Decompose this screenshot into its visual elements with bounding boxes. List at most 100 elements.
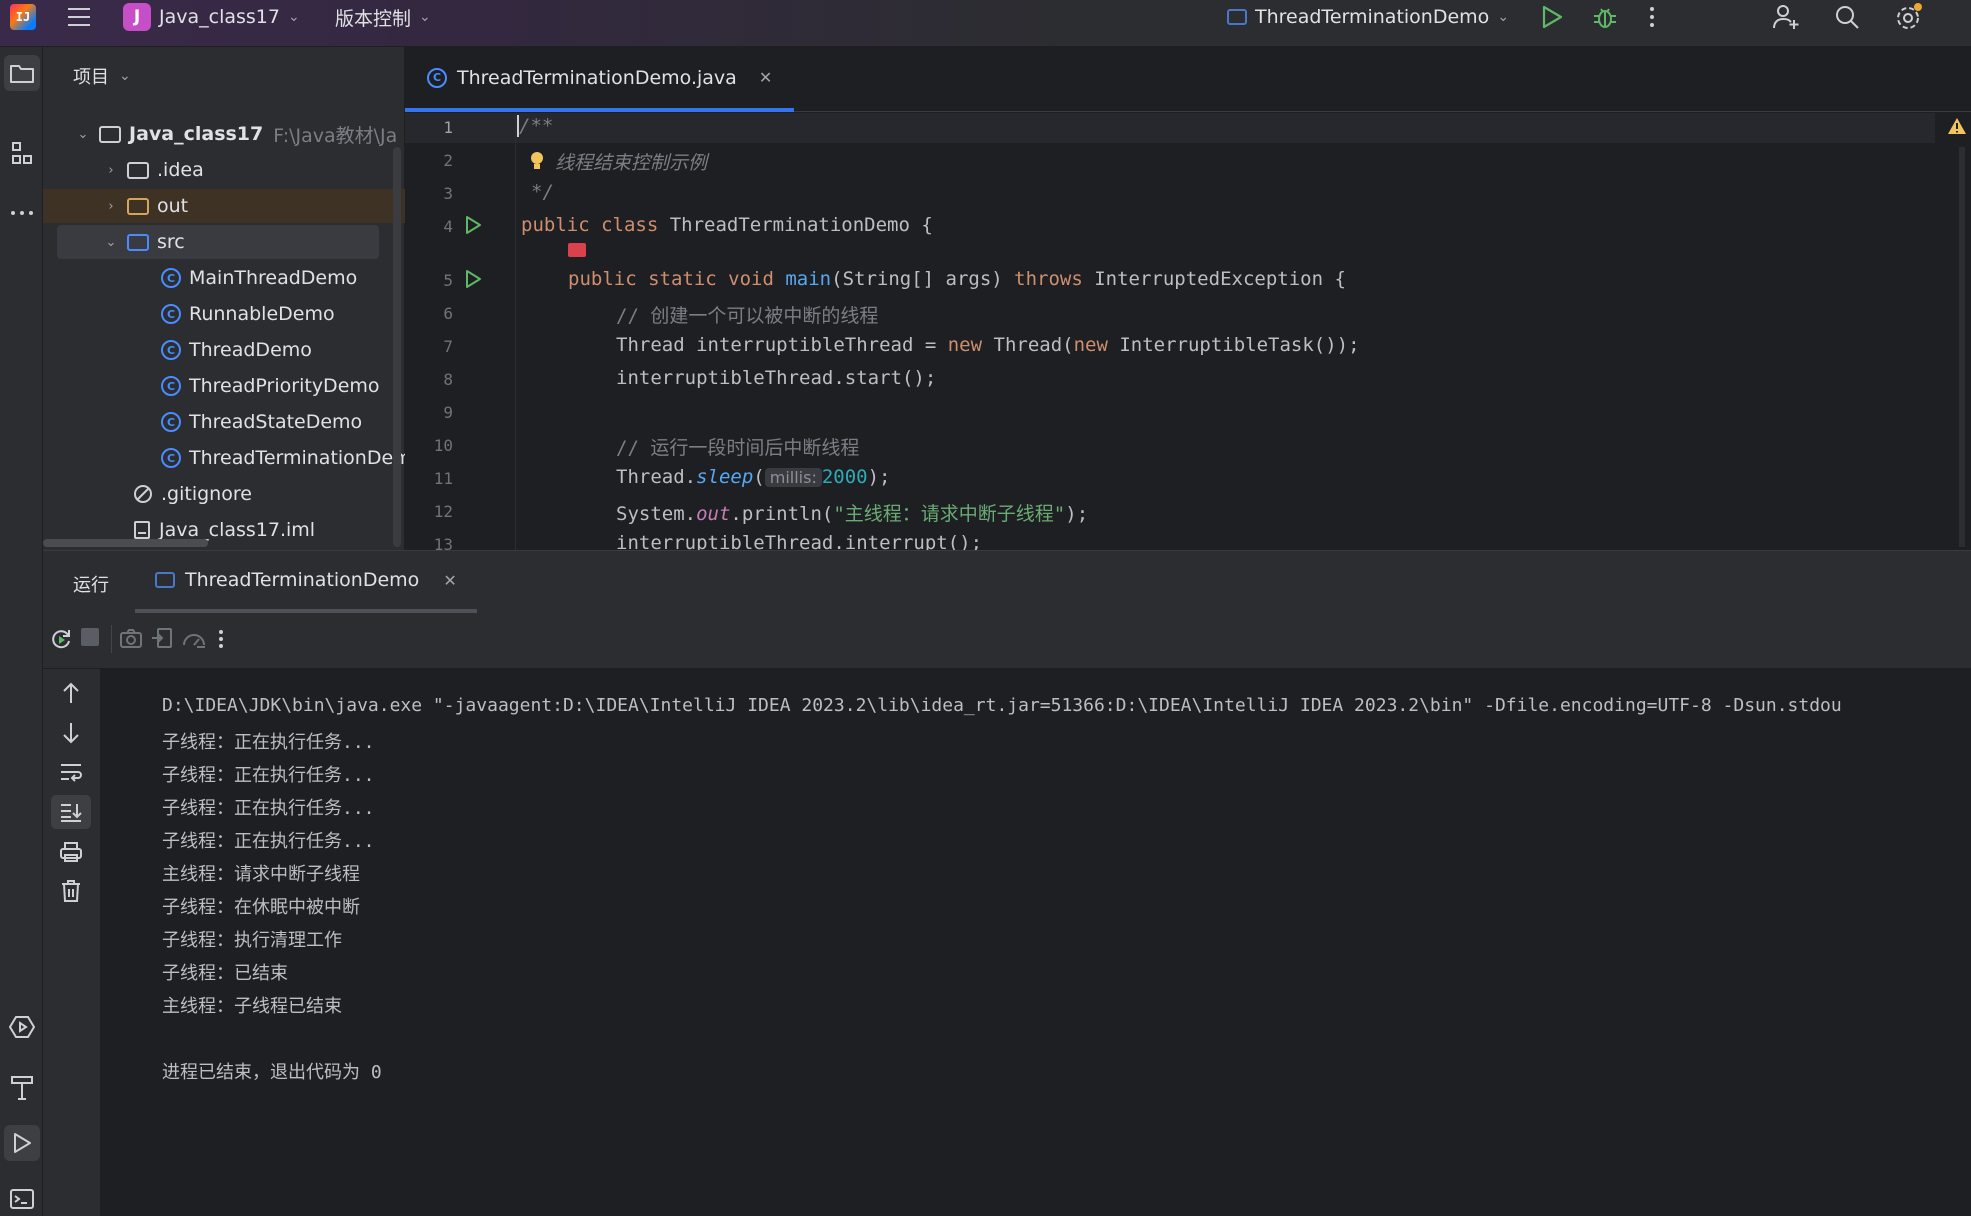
code-line-6[interactable]: // 创建一个可以被中断的线程 [616, 301, 878, 328]
print-icon[interactable] [59, 841, 83, 868]
chevron-right-icon: › [108, 162, 114, 178]
project-panel-header[interactable]: 项目 ⌄ [73, 63, 131, 89]
console-output[interactable]: D:\IDEA\JDK\bin\java.exe "-javaagent:D:\… [101, 669, 1971, 1216]
console-line: 子线程：正在执行任务... [162, 765, 375, 786]
console-line: 子线程：执行清理工作 [162, 930, 342, 951]
bulb-icon[interactable] [529, 151, 545, 178]
project-tool-button[interactable] [4, 55, 40, 91]
tree-item-gitignore[interactable]: .gitignore [43, 477, 405, 511]
tree-item-class[interactable]: C ThreadPriorityDemo [43, 369, 405, 403]
root-name: Java_class17 [129, 123, 264, 145]
class-icon: C [161, 448, 181, 468]
run-config-icon [155, 572, 175, 588]
search-icon[interactable] [1834, 0, 1860, 34]
add-user-icon[interactable] [1772, 0, 1800, 34]
tree-item-class[interactable]: C MainThreadDemo [43, 261, 405, 295]
horizontal-scrollbar[interactable] [43, 539, 208, 547]
tree-item-out[interactable]: › out [43, 189, 405, 223]
more-vert-icon[interactable] [1648, 0, 1656, 34]
build-icon [11, 1076, 33, 1100]
class-icon: C [161, 304, 181, 324]
arrow-up-icon[interactable] [60, 681, 82, 710]
code-line-8[interactable]: interruptibleThread.start(); [616, 367, 936, 389]
editor-tab-bar: C ThreadTerminationDemo.java ✕ [405, 47, 1971, 112]
line-number: 4 [443, 217, 453, 236]
run-icon [14, 1133, 31, 1153]
terminal-tool-button[interactable] [4, 1181, 40, 1216]
soft-wrap-icon[interactable] [59, 761, 83, 788]
chevron-down-icon: ⌄ [419, 9, 431, 25]
console-side-toolbar [43, 669, 101, 1216]
run-tab-label: ThreadTerminationDemo [185, 569, 420, 591]
tree-item-label: RunnableDemo [189, 303, 335, 325]
run-gutter-icon[interactable] [463, 269, 483, 294]
code-line-1[interactable]: /** [517, 115, 553, 137]
tree-item-class[interactable]: C RunnableDemo [43, 297, 405, 331]
line-number: 5 [443, 271, 453, 290]
code-line-12[interactable]: System.out.println("主线程：请求中断子线程"); [616, 499, 1088, 526]
intellij-logo-icon[interactable]: IJ [10, 0, 36, 34]
warning-icon[interactable] [1947, 117, 1967, 140]
run-gutter-icon[interactable] [463, 215, 483, 240]
java-badge-icon[interactable] [568, 243, 586, 257]
tree-root[interactable]: ⌄ Java_class17 F:\Java教材\Ja [43, 117, 405, 151]
chevron-down-icon: ⌄ [287, 9, 300, 25]
folder-icon [10, 65, 34, 83]
build-tool-button[interactable] [4, 1069, 40, 1105]
code-line-2[interactable]: 线程结束控制示例 [555, 148, 707, 175]
tree-item-label: .gitignore [161, 483, 252, 505]
debug-icon[interactable] [1592, 0, 1618, 34]
run-config-selector[interactable]: ThreadTerminationDemo ⌄ [1227, 0, 1509, 34]
run-toolbar [43, 613, 1971, 669]
close-icon[interactable]: ✕ [759, 68, 772, 87]
settings-icon[interactable] [1893, 0, 1923, 34]
run-tool-button[interactable] [4, 1125, 40, 1161]
project-badge: J [123, 3, 151, 31]
run-panel: 运行 ThreadTerminationDemo ✕ D:\IDEA\JDK\b… [43, 550, 1971, 1216]
tree-item-idea[interactable]: › .idea [43, 153, 405, 187]
more-vert-icon[interactable] [218, 629, 224, 654]
profiler-icon[interactable] [181, 627, 207, 656]
console-line: 子线程：已结束 [162, 963, 288, 984]
project-selector[interactable]: J Java_class17 ⌄ [123, 0, 300, 34]
trash-icon[interactable] [60, 879, 82, 908]
hamburger-menu-icon[interactable] [66, 0, 92, 34]
code-line-5[interactable]: public static void main(String[] args) t… [568, 268, 1346, 290]
run-icon[interactable] [1541, 0, 1563, 34]
project-panel: 项目 ⌄ ⌄ Java_class17 F:\Java教材\Ja › .idea… [43, 47, 405, 550]
tree-item-class[interactable]: C ThreadDemo [43, 333, 405, 367]
camera-icon[interactable] [119, 627, 143, 654]
scroll-end-icon[interactable] [51, 795, 91, 829]
vertical-scrollbar[interactable] [393, 147, 401, 547]
more-horiz-icon[interactable] [4, 195, 40, 231]
run-tab[interactable]: ThreadTerminationDemo ✕ [135, 551, 477, 613]
arrow-down-icon[interactable] [60, 721, 82, 750]
close-icon[interactable]: ✕ [443, 571, 456, 590]
console-line: 子线程：正在执行任务... [162, 798, 375, 819]
tree-item-class[interactable]: C ThreadStateDemo [43, 405, 405, 439]
code-line-7[interactable]: Thread interruptibleThread = new Thread(… [616, 334, 1360, 356]
services-icon [8, 1016, 36, 1038]
services-tool-button[interactable] [4, 1009, 40, 1045]
run-panel-title: 运行 [73, 575, 109, 596]
code-line-10[interactable]: // 运行一段时间后中断线程 [616, 433, 859, 460]
editor-vertical-scrollbar[interactable] [1959, 147, 1965, 547]
root-path: F:\Java教材\Ja [273, 124, 398, 147]
vcs-menu[interactable]: 版本控制 ⌄ [335, 0, 431, 34]
code-line-11[interactable]: Thread.sleep(millis: 2000); [616, 466, 890, 488]
code-line-3[interactable]: */ [531, 181, 554, 203]
tree-item-src[interactable]: ⌄ src [57, 225, 379, 259]
rerun-icon[interactable] [49, 627, 73, 656]
project-panel-title: 项目 [73, 67, 109, 88]
editor-tab-label: ThreadTerminationDemo.java [457, 66, 737, 89]
tree-item-class[interactable]: C ThreadTerminationDem [43, 441, 405, 475]
code-line-4[interactable]: public class ThreadTerminationDemo { [521, 214, 933, 236]
line-number: 6 [443, 304, 453, 323]
stop-icon[interactable] [81, 628, 99, 646]
import-icon[interactable] [151, 627, 173, 654]
chevron-down-icon: ⌄ [119, 68, 131, 84]
chevron-down-icon: ⌄ [77, 126, 89, 142]
structure-tool-button[interactable] [4, 135, 40, 171]
run-config-label: ThreadTerminationDemo [1255, 6, 1490, 28]
editor-tab[interactable]: C ThreadTerminationDemo.java ✕ [405, 47, 795, 112]
